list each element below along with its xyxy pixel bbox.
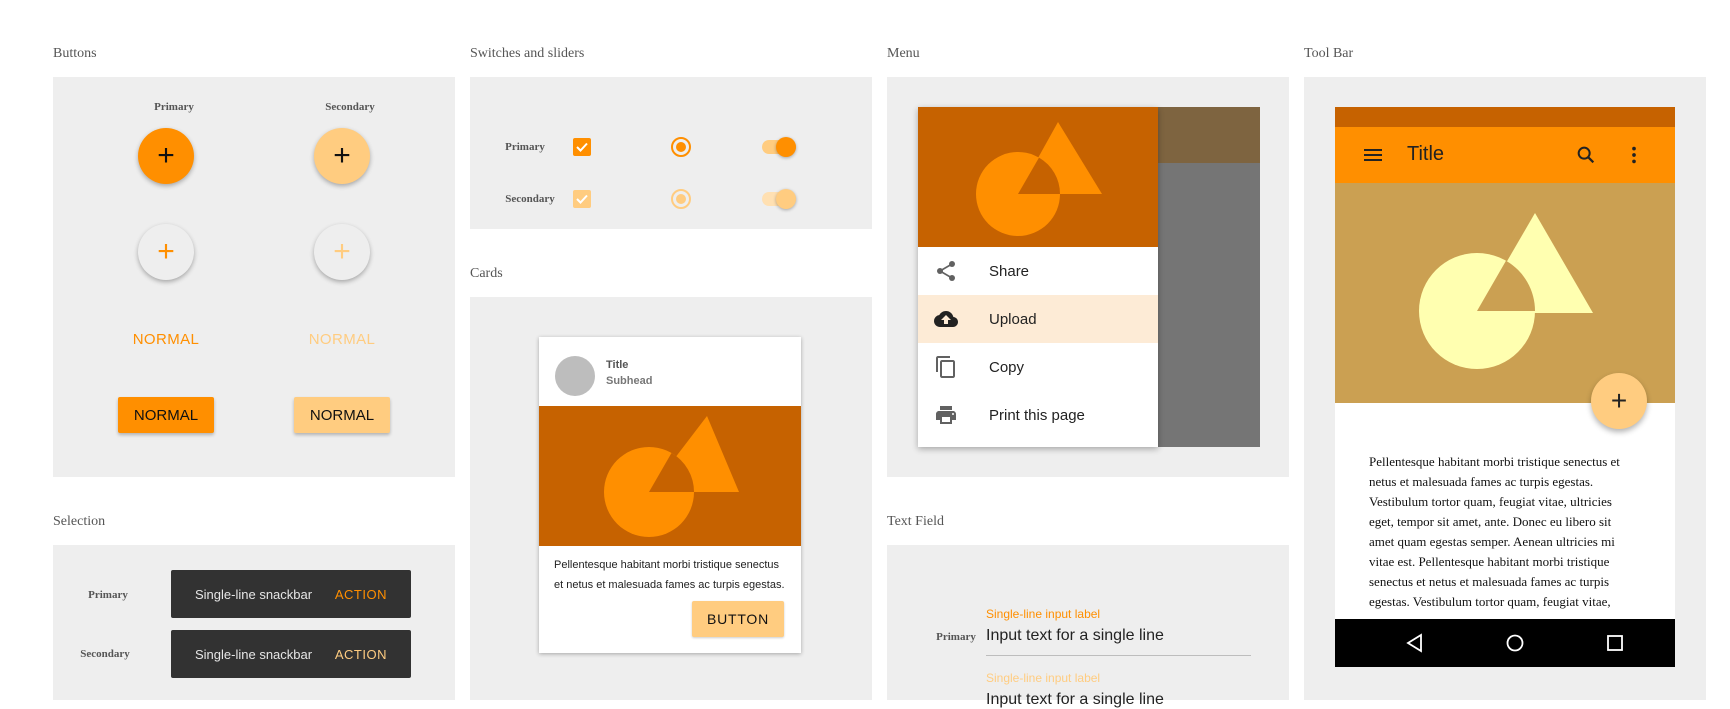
primary-input-label: Single-line input label bbox=[986, 607, 1101, 621]
switches-panel: Primary Secondary bbox=[470, 77, 872, 229]
selection-section-title: Selection bbox=[53, 514, 106, 529]
selection-primary-label: Primary bbox=[88, 589, 128, 601]
switches-primary-label: Primary bbox=[505, 141, 545, 153]
menu-icon[interactable] bbox=[1363, 146, 1383, 164]
primary-switch[interactable] bbox=[776, 137, 796, 157]
selection-panel: Primary Secondary Single-line snackbar A… bbox=[53, 545, 455, 700]
back-icon[interactable] bbox=[1405, 633, 1425, 653]
menu-item-label: Copy bbox=[989, 358, 1025, 376]
primary-fab-button[interactable]: + bbox=[138, 128, 194, 184]
secondary-switch[interactable] bbox=[776, 189, 796, 209]
toolbar-section-title: Tool Bar bbox=[1304, 46, 1354, 61]
app-bar: Title bbox=[1335, 127, 1675, 183]
avatar bbox=[555, 356, 595, 396]
selection-secondary-label: Secondary bbox=[80, 648, 130, 660]
menu-section-title: Menu bbox=[887, 46, 920, 61]
secondary-checkbox[interactable] bbox=[573, 190, 591, 208]
textfield-primary-label: Primary bbox=[936, 631, 976, 643]
secondary-snackbar: Single-line snackbar ACTION bbox=[171, 630, 411, 678]
secondary-input-label: Single-line input label bbox=[986, 671, 1101, 685]
switches-section-title: Switches and sliders bbox=[470, 46, 585, 61]
buttons-section-title: Buttons bbox=[53, 46, 97, 61]
menu-item-copy[interactable]: Copy bbox=[918, 343, 1158, 391]
primary-snackbar: Single-line snackbar ACTION bbox=[171, 570, 411, 618]
snackbar-action-button[interactable]: ACTION bbox=[335, 587, 387, 602]
menu-backdrop-appbar bbox=[1158, 107, 1260, 163]
secondary-text-input[interactable]: Input text for a single line bbox=[986, 691, 1164, 709]
switches-secondary-label: Secondary bbox=[505, 193, 555, 205]
menu-item-label: Upload bbox=[989, 310, 1037, 328]
status-bar bbox=[1335, 107, 1675, 127]
menu-panel: Share Upload Copy Print this page bbox=[887, 77, 1289, 477]
cards-section-title: Cards bbox=[470, 266, 503, 281]
hero-image bbox=[1335, 183, 1675, 403]
secondary-mini-fab-button[interactable]: + bbox=[314, 224, 370, 280]
menu-item-upload[interactable]: Upload bbox=[918, 295, 1158, 343]
more-vert-icon[interactable] bbox=[1623, 144, 1645, 166]
buttons-secondary-label: Secondary bbox=[325, 101, 375, 113]
card-title: Title bbox=[606, 359, 629, 371]
buttons-panel: Primary Secondary + + + + NORMAL NORMAL … bbox=[53, 77, 455, 477]
cloud-upload-icon bbox=[934, 311, 958, 327]
toolbar-panel: Title + Pellentesque habitant morbi tris… bbox=[1304, 77, 1706, 700]
primary-flat-button[interactable]: NORMAL bbox=[116, 331, 216, 348]
card-body-text: Pellentesque habitant morbi tristique se… bbox=[554, 559, 785, 591]
menu-item-label: Print this page bbox=[989, 406, 1085, 424]
snackbar-message: Single-line snackbar bbox=[195, 586, 313, 602]
secondary-radio-button[interactable] bbox=[671, 189, 691, 209]
search-icon[interactable] bbox=[1575, 144, 1597, 166]
navigation-bar bbox=[1335, 619, 1675, 667]
primary-mini-fab-button[interactable]: + bbox=[138, 224, 194, 280]
app-bar-title: Title bbox=[1407, 143, 1445, 165]
card-action-button[interactable]: BUTTON bbox=[692, 601, 784, 637]
menu-item-label: Share bbox=[989, 262, 1030, 280]
textfield-section-title: Text Field bbox=[887, 514, 944, 529]
share-icon bbox=[937, 261, 955, 281]
secondary-flat-button[interactable]: NORMAL bbox=[292, 331, 392, 348]
menu-header-image bbox=[918, 107, 1158, 247]
toolbar-body-text: Pellentesque habitant morbi tristique se… bbox=[1369, 454, 1620, 609]
input-underline bbox=[986, 655, 1251, 656]
cards-panel: Title Subhead Pellentesque habitant morb… bbox=[470, 297, 872, 700]
menu-item-share[interactable]: Share bbox=[918, 247, 1158, 295]
recents-icon[interactable] bbox=[1605, 633, 1625, 653]
copy-icon bbox=[936, 356, 955, 378]
menu-item-print[interactable]: Print this page bbox=[918, 391, 1158, 439]
card: Title Subhead Pellentesque habitant morb… bbox=[539, 337, 801, 653]
toolbar-fab-button[interactable]: + bbox=[1591, 373, 1647, 429]
buttons-primary-label: Primary bbox=[154, 101, 194, 113]
primary-radio-button[interactable] bbox=[671, 137, 691, 157]
snackbar-message: Single-line snackbar bbox=[195, 646, 313, 662]
card-media-image bbox=[539, 406, 801, 546]
print-icon bbox=[936, 406, 956, 424]
card-subhead: Subhead bbox=[606, 375, 653, 387]
home-icon[interactable] bbox=[1505, 633, 1525, 653]
secondary-raised-button[interactable]: NORMAL bbox=[294, 397, 390, 433]
textfield-panel: Primary Single-line input label Input te… bbox=[887, 545, 1289, 708]
primary-text-input[interactable]: Input text for a single line bbox=[986, 627, 1164, 645]
phone-screen: Title + Pellentesque habitant morbi tris… bbox=[1335, 107, 1675, 667]
snackbar-action-button[interactable]: ACTION bbox=[335, 647, 387, 662]
primary-checkbox[interactable] bbox=[573, 138, 591, 156]
primary-raised-button[interactable]: NORMAL bbox=[118, 397, 214, 433]
secondary-fab-button[interactable]: + bbox=[314, 128, 370, 184]
menu-sheet: Share Upload Copy Print this page bbox=[918, 107, 1158, 447]
